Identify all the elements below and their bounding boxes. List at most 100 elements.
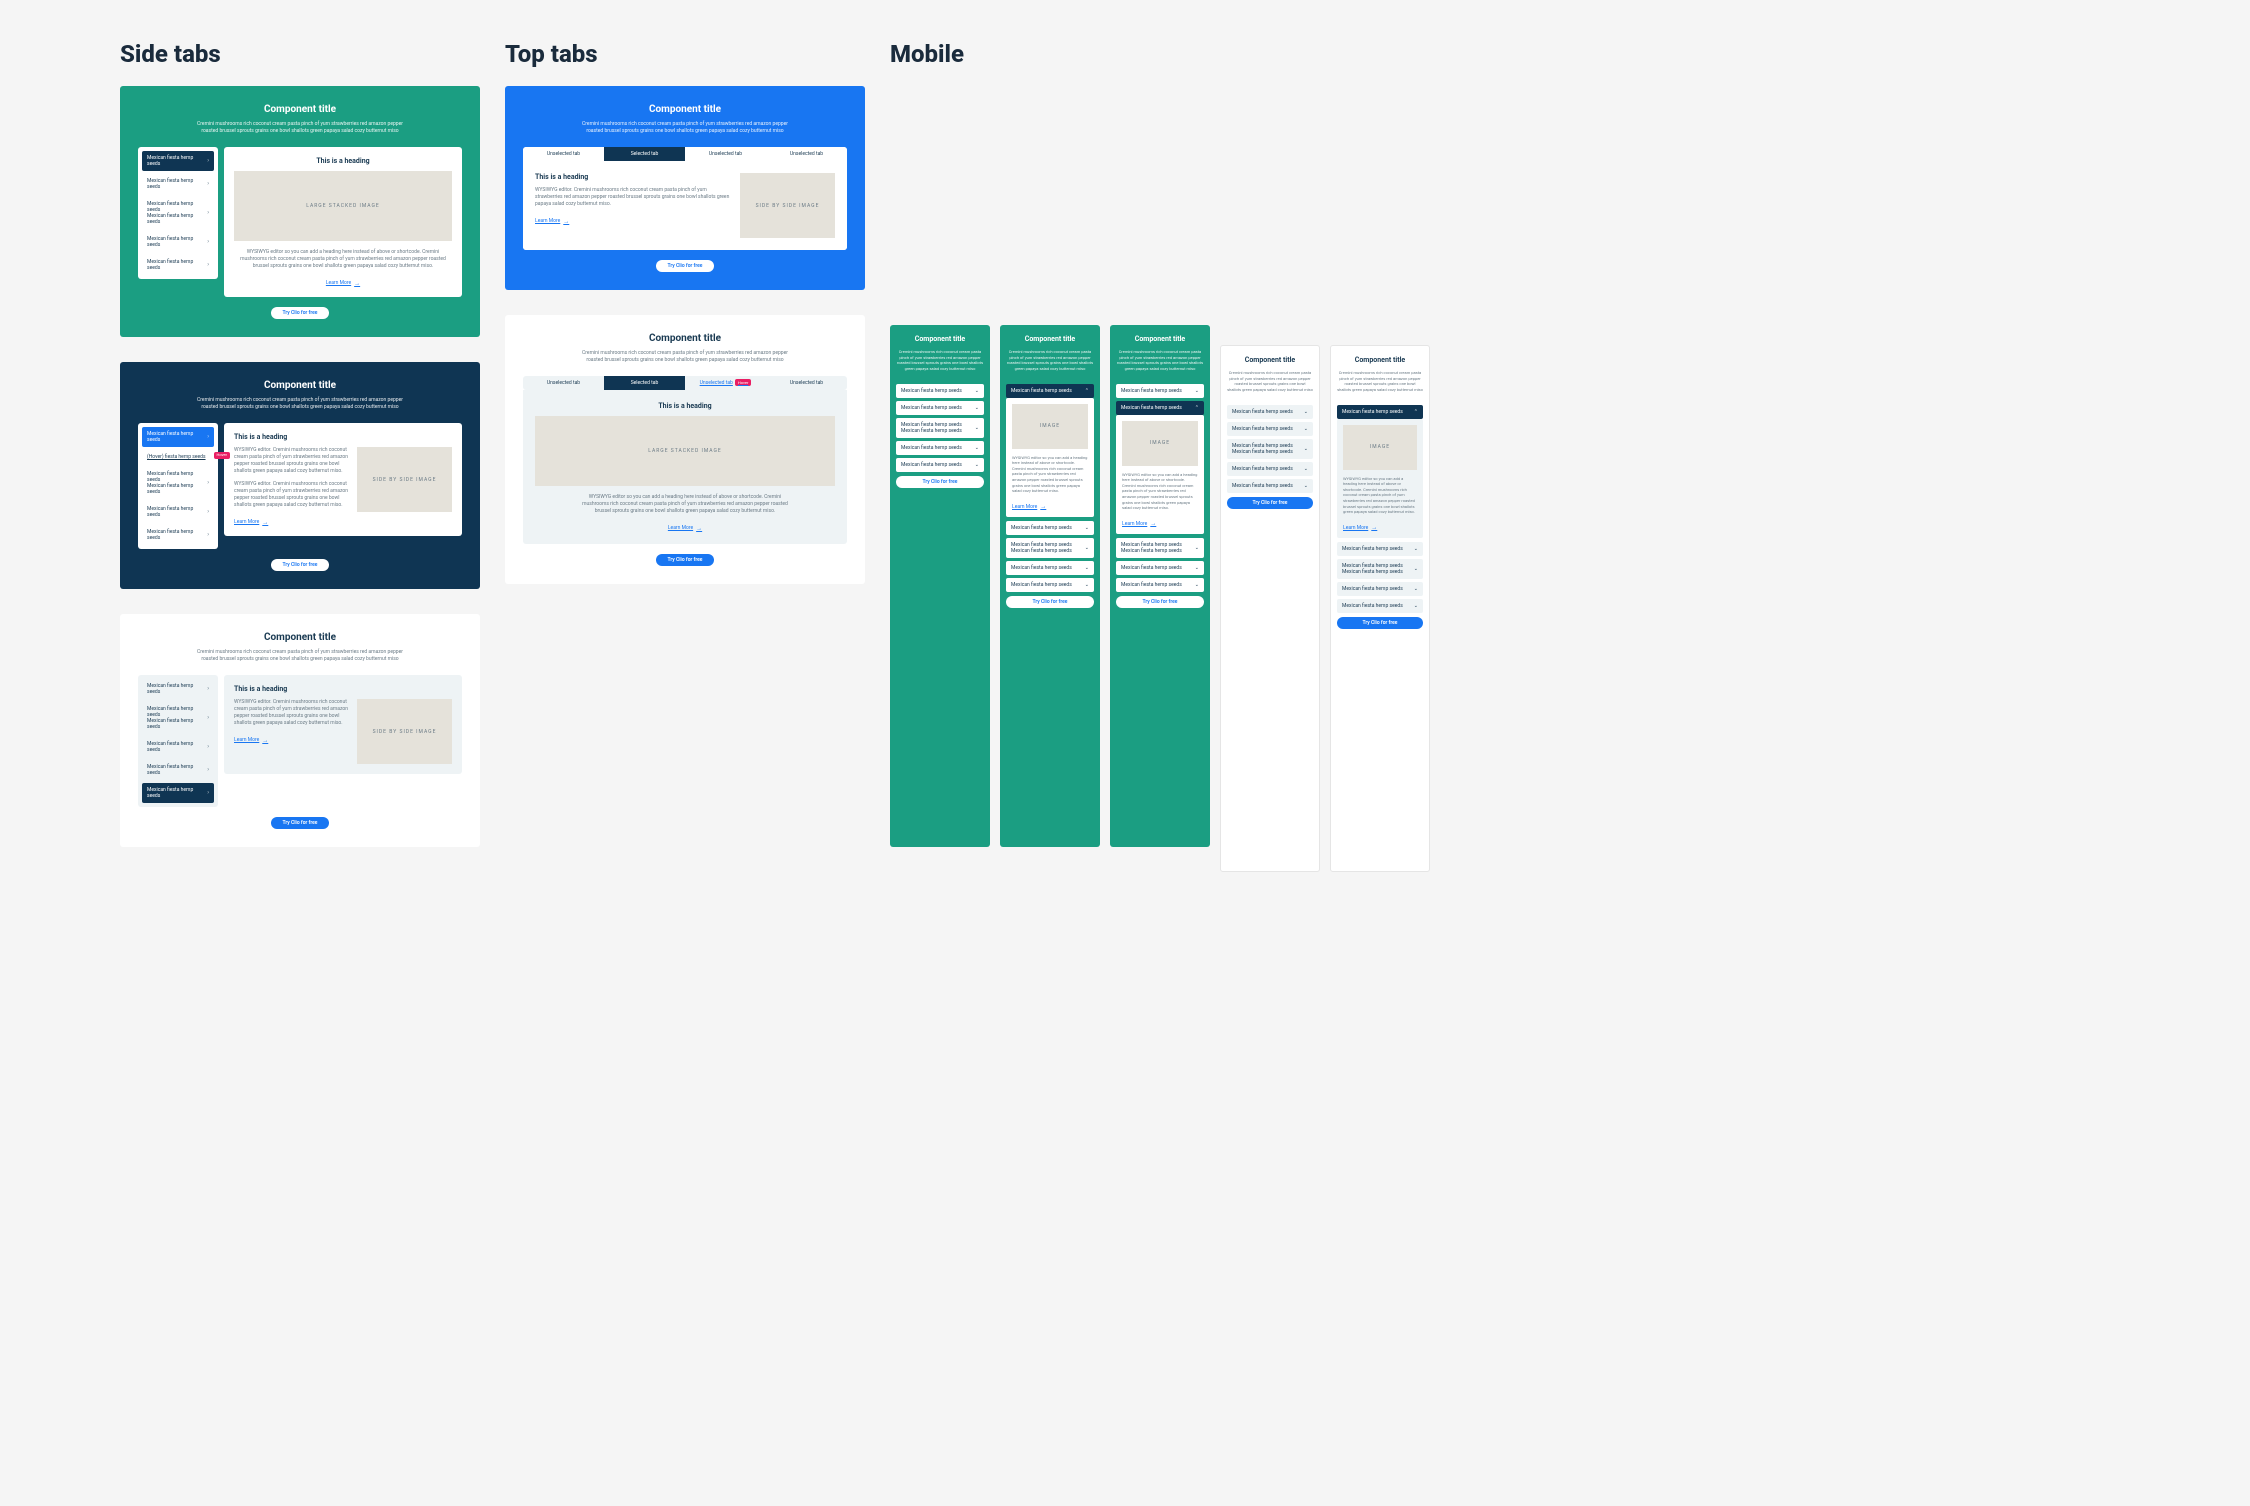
top-tab-hover[interactable]: Unselected tabHover	[685, 376, 766, 390]
cta-button[interactable]: Try Clio for free	[656, 554, 715, 566]
side-tab-selected[interactable]: Mexican fiesta hemp seeds›	[142, 151, 214, 171]
chevron-down-icon: ⌄	[1304, 466, 1308, 472]
learn-more-link[interactable]: Learn More	[1012, 503, 1046, 510]
side-tab[interactable]: Mexican fiesta hemp seeds›	[142, 679, 214, 699]
cta-button[interactable]: Try Clio for free	[1227, 497, 1313, 509]
mobile-tab[interactable]: Mexican fiesta hemp seeds⌄	[896, 401, 984, 415]
cta-button[interactable]: Try Clio for free	[656, 260, 715, 272]
learn-more-link[interactable]: Learn More	[234, 737, 268, 744]
top-tab-selected[interactable]: Selected tab	[604, 147, 685, 161]
side-tab[interactable]: Mexican fiesta hemp seeds›	[142, 232, 214, 252]
content-body: WYSIWYG editor. Cremini mushrooms rich c…	[234, 481, 349, 509]
mobile-tab[interactable]: Mexican fiesta hemp seeds⌄	[1116, 578, 1204, 592]
top-tab[interactable]: Unselected tab	[523, 147, 604, 161]
mobile-tab-selected[interactable]: Mexican fiesta hemp seeds⌃	[1116, 401, 1204, 415]
side-tab-list: Mexican fiesta hemp seeds› Mexican fiest…	[138, 147, 218, 279]
chevron-down-icon: ⌄	[1085, 525, 1089, 531]
chevron-right-icon: ›	[207, 261, 209, 268]
mobile-tab[interactable]: Mexican fiesta hemp seeds Mexican fiesta…	[1337, 559, 1423, 579]
mobile-tab[interactable]: Mexican fiesta hemp seeds⌄	[1006, 521, 1094, 535]
mobile-tab-selected[interactable]: Mexican fiesta hemp seeds⌃	[1006, 384, 1094, 398]
side-tab-list: Mexican fiesta hemp seeds› (Hover) fiest…	[138, 423, 218, 549]
side-tab[interactable]: Mexican fiesta hemp seeds›	[142, 255, 214, 275]
chevron-down-icon: ⌄	[1195, 388, 1199, 394]
mobile-tab[interactable]: Mexican fiesta hemp seeds⌄	[1227, 422, 1313, 436]
chevron-down-icon: ⌄	[1304, 409, 1308, 415]
mobile-tab[interactable]: Mexican fiesta hemp seeds⌄	[1227, 462, 1313, 476]
learn-more-link[interactable]: Learn More	[326, 280, 360, 287]
side-tab[interactable]: Mexican fiesta hemp seeds›	[142, 174, 214, 194]
mobile-tab[interactable]: Mexican fiesta hemp seeds⌄	[1227, 405, 1313, 419]
cta-button[interactable]: Try Clio for free	[1337, 617, 1423, 629]
side-tab[interactable]: Mexican fiesta hemp seeds Mexican fiesta…	[142, 467, 214, 499]
mobile-tab[interactable]: Mexican fiesta hemp seeds Mexican fiesta…	[1227, 439, 1313, 459]
component-desc: Cremini mushrooms rich coconut cream pas…	[1227, 370, 1313, 392]
side-tab[interactable]: Mexican fiesta hemp seeds›	[142, 502, 214, 522]
top-tab[interactable]: Unselected tab	[685, 147, 766, 161]
mobile-tab-list: Mexican fiesta hemp seeds⌄ Mexican fiest…	[1006, 521, 1094, 592]
learn-more-link[interactable]: Learn More	[535, 218, 569, 225]
chevron-down-icon: ⌄	[1085, 565, 1089, 571]
mobile-tab[interactable]: Mexican fiesta hemp seeds⌄	[1006, 561, 1094, 575]
side-tab[interactable]: Mexican fiesta hemp seeds Mexican fiesta…	[142, 197, 214, 229]
mobile-tab[interactable]: Mexican fiesta hemp seeds Mexican fiesta…	[1006, 538, 1094, 558]
mobile-tab-selected[interactable]: Mexican fiesta hemp seeds⌃	[1337, 405, 1423, 419]
top-tab-selected[interactable]: Selected tab	[604, 376, 685, 390]
section-heading-mobile: Mobile	[890, 40, 2130, 297]
top-tab[interactable]: Unselected tab	[766, 376, 847, 390]
mobile-tab[interactable]: Mexican fiesta hemp seeds⌄	[1116, 384, 1204, 398]
top-tab[interactable]: Unselected tab	[523, 376, 604, 390]
mobile-tab[interactable]: Mexican fiesta hemp seeds⌄	[1337, 599, 1423, 613]
component-title: Component title	[523, 333, 847, 344]
side-tab[interactable]: Mexican fiesta hemp seeds›	[142, 525, 214, 545]
cta-button[interactable]: Try Clio for free	[1116, 596, 1204, 608]
side-tab[interactable]: Mexican fiesta hemp seeds Mexican fiesta…	[142, 702, 214, 734]
section-heading-top: Top tabs	[505, 40, 865, 68]
mobile-tab[interactable]: Mexican fiesta hemp seeds⌄	[896, 441, 984, 455]
mobile-tab[interactable]: Mexican fiesta hemp seeds⌄	[1337, 582, 1423, 596]
chevron-up-icon: ⌃	[1085, 388, 1089, 394]
chevron-down-icon: ⌄	[1195, 565, 1199, 571]
learn-more-link[interactable]: Learn More	[234, 519, 268, 526]
mobile-tab[interactable]: Mexican fiesta hemp seeds⌄	[1006, 578, 1094, 592]
mobile-white-collapsed: Component title Cremini mushrooms rich c…	[1220, 345, 1320, 872]
side-tab[interactable]: Mexican fiesta hemp seeds›	[142, 760, 214, 780]
chevron-right-icon: ›	[207, 789, 209, 796]
content-body: WYSIWYG editor so you can add a heading …	[575, 494, 795, 515]
component-title: Component title	[896, 335, 984, 343]
side-tab-selected[interactable]: Mexican fiesta hemp seeds›	[142, 783, 214, 803]
tab-content-card: This is a heading LARGE STACKED IMAGE WY…	[523, 390, 847, 544]
component-desc: Cremini mushrooms rich coconut cream pas…	[190, 121, 410, 135]
mobile-tab[interactable]: Mexican fiesta hemp seeds⌄	[1227, 479, 1313, 493]
component-desc: Cremini mushrooms rich coconut cream pas…	[190, 649, 410, 663]
cta-button[interactable]: Try Clio for free	[271, 307, 330, 319]
component-desc: Cremini mushrooms rich coconut cream pas…	[896, 349, 984, 371]
component-title: Component title	[1227, 356, 1313, 364]
mobile-tab[interactable]: Mexican fiesta hemp seeds⌄	[1337, 542, 1423, 556]
side-tab-hover[interactable]: (Hover) fiesta hemp seedsHover	[142, 450, 214, 464]
chevron-right-icon: ›	[207, 433, 209, 440]
mobile-tab[interactable]: Mexican fiesta hemp seeds⌄	[896, 384, 984, 398]
component-title: Component title	[1116, 335, 1204, 343]
cta-button[interactable]: Try Clio for free	[896, 476, 984, 488]
component-desc: Cremini mushrooms rich coconut cream pas…	[190, 397, 410, 411]
tab-content-card: This is a heading WYSIWYG editor. Cremin…	[224, 423, 462, 536]
component-title: Component title	[1337, 356, 1423, 364]
cta-button[interactable]: Try Clio for free	[271, 817, 330, 829]
cta-button[interactable]: Try Clio for free	[1006, 596, 1094, 608]
content-heading: This is a heading	[535, 402, 835, 410]
component-desc: Cremini mushrooms rich coconut cream pas…	[1116, 349, 1204, 371]
mobile-tab[interactable]: Mexican fiesta hemp seeds Mexican fiesta…	[896, 418, 984, 438]
mobile-tab[interactable]: Mexican fiesta hemp seeds⌄	[896, 458, 984, 472]
learn-more-link[interactable]: Learn More	[1122, 520, 1156, 527]
side-tab-selected[interactable]: Mexican fiesta hemp seeds›	[142, 427, 214, 447]
side-tab[interactable]: Mexican fiesta hemp seeds›	[142, 737, 214, 757]
chevron-down-icon: ⌄	[975, 462, 979, 468]
learn-more-link[interactable]: Learn More	[1343, 524, 1377, 531]
mobile-tab[interactable]: Mexican fiesta hemp seeds Mexican fiesta…	[1116, 538, 1204, 558]
mobile-tab[interactable]: Mexican fiesta hemp seeds⌄	[1116, 561, 1204, 575]
top-tab[interactable]: Unselected tab	[766, 147, 847, 161]
chevron-down-icon: ⌄	[1304, 483, 1308, 489]
cta-button[interactable]: Try Clio for free	[271, 559, 330, 571]
learn-more-link[interactable]: Learn More	[668, 525, 702, 532]
